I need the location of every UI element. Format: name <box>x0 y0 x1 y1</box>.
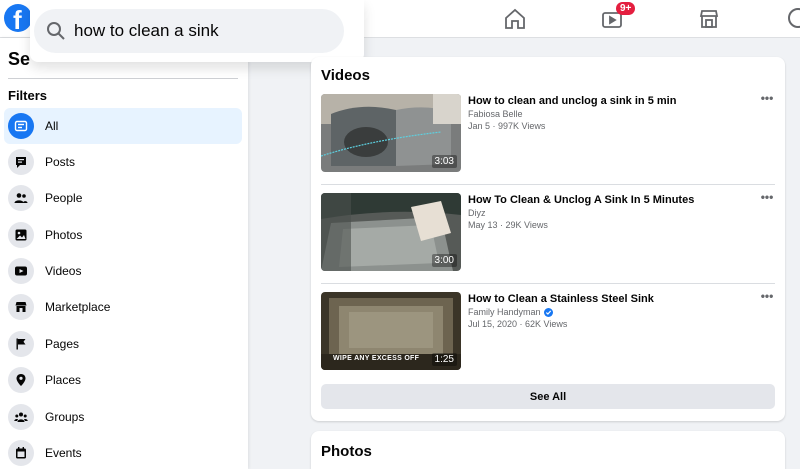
filter-label: Events <box>45 446 82 460</box>
video-meta: May 13 · 29K Views <box>468 220 548 230</box>
watch-notification-badge: 9+ <box>616 2 636 15</box>
video-meta: Jul 15, 2020 · 62K Views <box>468 319 568 329</box>
filter-people[interactable]: People <box>4 180 242 216</box>
filter-places[interactable]: Places <box>4 362 242 398</box>
groups-icon <box>8 404 34 430</box>
videos-icon <box>8 258 34 284</box>
search-dropdown <box>30 0 364 62</box>
video-result-item[interactable]: 3:00 How To Clean & Unclog A Sink In 5 M… <box>321 191 775 273</box>
filter-pages[interactable]: Pages <box>4 326 242 362</box>
places-pin-icon <box>8 367 34 393</box>
video-channel-name: Fabiosa Belle <box>468 109 523 119</box>
filter-label: Videos <box>45 264 82 278</box>
filter-all[interactable]: All <box>4 108 242 144</box>
home-icon[interactable] <box>503 7 527 31</box>
filter-posts[interactable]: Posts <box>4 144 242 180</box>
facebook-logo[interactable]: f <box>4 4 32 32</box>
videos-results-card: Videos 3:03 How to clean and unclog a si… <box>311 57 785 421</box>
photos-section-title: Photos <box>321 443 372 460</box>
marketplace-icon[interactable] <box>697 7 721 31</box>
marketplace-icon <box>8 294 34 320</box>
filter-groups[interactable]: Groups <box>4 399 242 435</box>
photos-icon <box>8 222 34 248</box>
filter-label: People <box>45 191 83 205</box>
thumbnail-caption: WIPE ANY EXCESS OFF <box>333 355 420 362</box>
filter-label: Marketplace <box>45 300 111 314</box>
pages-flag-icon <box>8 331 34 357</box>
filter-photos[interactable]: Photos <box>4 217 242 253</box>
video-duration: 3:00 <box>431 254 457 267</box>
video-thumbnail[interactable]: WIPE ANY EXCESS OFF 1:25 <box>321 292 461 370</box>
video-channel-name: Diyz <box>468 208 486 218</box>
see-all-videos-button[interactable]: See All <box>321 384 775 409</box>
all-results-icon <box>8 113 34 139</box>
filter-label: Groups <box>45 410 85 424</box>
video-thumbnail[interactable]: 3:00 <box>321 193 461 271</box>
more-options-icon[interactable]: ••• <box>759 290 775 302</box>
filter-marketplace[interactable]: Marketplace <box>4 289 242 325</box>
video-channel[interactable]: Family Handyman <box>468 307 553 317</box>
sidebar-divider <box>8 78 238 79</box>
filter-label: All <box>45 119 59 133</box>
video-meta: Jan 5 · 997K Views <box>468 121 546 131</box>
video-title[interactable]: How to clean and unclog a sink in 5 min <box>468 95 676 107</box>
video-result-item[interactable]: WIPE ANY EXCESS OFF 1:25 How to Clean a … <box>321 290 775 372</box>
more-options-icon[interactable]: ••• <box>759 92 775 104</box>
filters-heading: Filters <box>8 88 48 103</box>
people-icon <box>8 185 34 211</box>
search-sidebar: Se Filters All Posts People Photos Video… <box>0 38 248 469</box>
photos-results-card: Photos <box>311 431 785 469</box>
search-box[interactable] <box>34 9 344 53</box>
row-divider <box>321 184 775 185</box>
video-duration: 3:03 <box>431 155 457 168</box>
filter-videos[interactable]: Videos <box>4 253 242 289</box>
video-title[interactable]: How to Clean a Stainless Steel Sink <box>468 293 654 305</box>
verified-badge-icon <box>543 307 553 317</box>
search-input[interactable] <box>74 17 334 45</box>
filter-events[interactable]: Events <box>4 435 242 469</box>
filter-label: Pages <box>45 337 80 351</box>
video-duration: 1:25 <box>431 353 457 366</box>
posts-icon <box>8 149 34 175</box>
filter-label: Photos <box>45 228 83 242</box>
events-calendar-icon <box>8 440 34 466</box>
sidebar-title: Se <box>8 49 31 69</box>
more-options-icon[interactable]: ••• <box>759 191 775 203</box>
facebook-logo-letter: f <box>13 5 22 32</box>
video-thumbnail[interactable]: 3:03 <box>321 94 461 172</box>
videos-section-title: Videos <box>321 67 370 84</box>
search-icon <box>47 22 65 40</box>
video-title[interactable]: How To Clean & Unclog A Sink In 5 Minute… <box>468 194 694 206</box>
profile-menu-icon[interactable] <box>788 8 800 28</box>
filter-label: Posts <box>45 155 76 169</box>
row-divider <box>321 283 775 284</box>
video-channel[interactable]: Diyz <box>468 208 486 218</box>
video-channel-name: Family Handyman <box>468 307 541 317</box>
video-result-item[interactable]: 3:03 How to clean and unclog a sink in 5… <box>321 92 775 174</box>
video-channel[interactable]: Fabiosa Belle <box>468 109 523 119</box>
filter-label: Places <box>45 373 82 387</box>
